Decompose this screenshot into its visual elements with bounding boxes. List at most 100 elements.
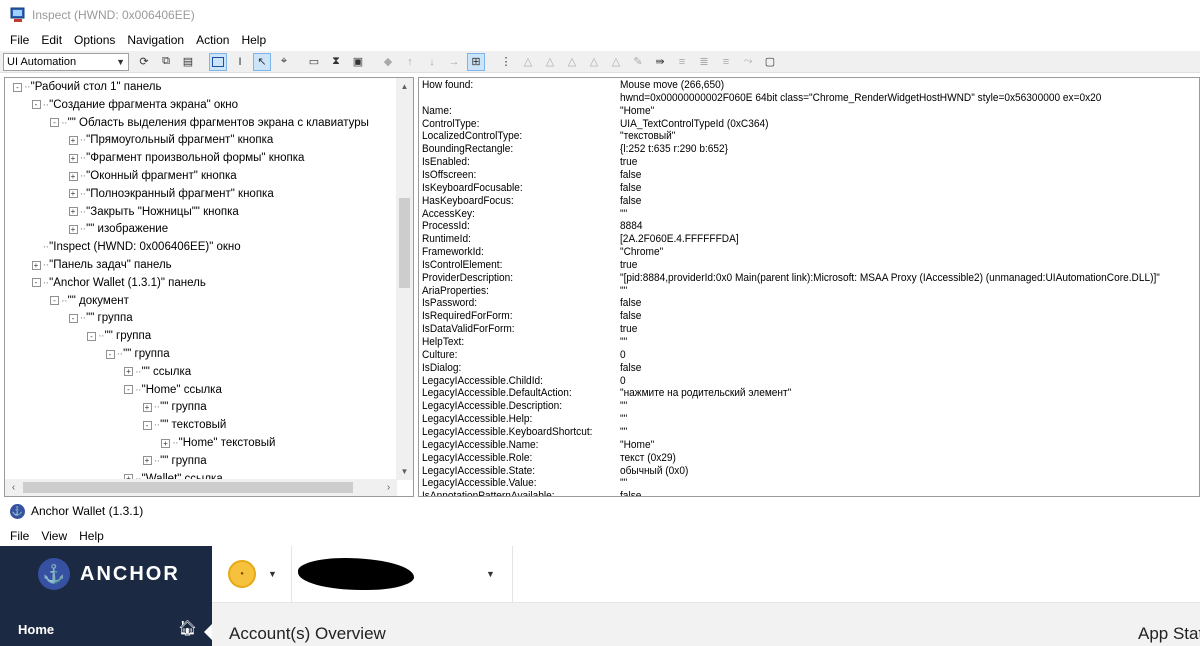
expand-icon[interactable]: + [68, 135, 78, 145]
list-icon-2[interactable]: ≣ [695, 53, 713, 71]
sidebar-item-home[interactable]: Home 🏠︎ [0, 616, 212, 646]
tree-item[interactable]: + ·· "" изображение [68, 220, 168, 238]
scroll-up-icon[interactable]: ▲ [396, 78, 413, 95]
collapse-icon[interactable]: - [31, 278, 41, 288]
tree-hscroll-thumb[interactable] [23, 482, 353, 493]
menu-edit[interactable]: Edit [35, 33, 68, 47]
collapse-icon[interactable]: - [105, 349, 115, 359]
settings-icon[interactable]: ▢ [761, 53, 779, 71]
copy-icon[interactable]: ⧉ [157, 53, 175, 71]
anchor-menu-help[interactable]: Help [73, 529, 110, 543]
expand-icon[interactable]: + [68, 171, 78, 181]
tree-item[interactable]: + ·· "" группа [142, 452, 207, 470]
tree-vertical-scrollbar[interactable]: ▲ ▼ [396, 78, 413, 480]
collapse-icon[interactable]: - [87, 331, 96, 341]
tree-connector: ·· [61, 294, 68, 307]
pattern-icon-2[interactable]: △ [541, 53, 559, 71]
collapse-icon[interactable]: - [142, 420, 152, 430]
scroll-left-icon[interactable]: ‹ [5, 479, 22, 496]
tree-vscroll-thumb[interactable] [399, 198, 410, 288]
expand-icon[interactable]: + [124, 367, 133, 377]
tree-item[interactable]: + ·· "" ссылка [124, 363, 191, 381]
tree-item[interactable]: - ·· "Home" ссылка [124, 381, 222, 399]
tree-item[interactable]: - ·· "Создание фрагмента экрана" окно [31, 96, 239, 114]
tree-item[interactable]: + ·· "Полноэкранный фрагмент" кнопка [68, 185, 274, 203]
refresh-icon[interactable]: ⟳ [135, 53, 153, 71]
scroll-down-icon[interactable]: ▼ [396, 463, 413, 480]
redirect-icon[interactable]: ⤳ [739, 53, 757, 71]
pattern-icon-5[interactable]: △ [607, 53, 625, 71]
expand-icon[interactable]: + [161, 438, 170, 448]
menu-options[interactable]: Options [68, 33, 121, 47]
tree-item[interactable]: + ·· "Закрыть "Ножницы"" кнопка [68, 203, 239, 221]
tree-horizontal-scrollbar[interactable]: ‹ › [5, 479, 397, 496]
collapse-icon[interactable]: - [124, 385, 133, 395]
pattern-icon-1[interactable]: △ [519, 53, 537, 71]
tree-item[interactable]: - ·· "Anchor Wallet (1.3.1)" панель [31, 274, 206, 292]
tree-item[interactable]: - ·· "" документ [50, 292, 129, 310]
collapse-icon[interactable]: - [68, 313, 78, 323]
expand-icon[interactable]: + [68, 153, 78, 163]
watch-focus-icon[interactable] [209, 52, 227, 71]
inspect-title-bar: Inspect (HWND: 0x006406EE) [0, 0, 1200, 30]
chain-selector[interactable]: ● ▼ [228, 560, 277, 588]
mode-select-dropdown[interactable]: UI Automation ▼ [3, 52, 129, 71]
pattern-icon-4[interactable]: △ [585, 53, 603, 71]
mouse-tracking-icon[interactable]: ↖ [253, 52, 271, 71]
tooltip-icon[interactable]: ⌖ [275, 53, 293, 71]
hourglass-icon[interactable]: ⧗ [327, 53, 345, 71]
tree-item[interactable]: + ·· "Home" текстовый [161, 434, 275, 452]
tree-item[interactable]: + ·· "Оконный фрагмент" кнопка [68, 167, 237, 185]
anchor-menu-file[interactable]: File [4, 529, 35, 543]
property-value: Mouse move (266,650) [620, 79, 725, 91]
properties-icon[interactable]: ▤ [179, 53, 197, 71]
tree-item[interactable]: - ·· "" группа [105, 345, 170, 363]
expand-icon[interactable]: + [68, 224, 78, 234]
collapse-icon[interactable]: - [50, 118, 59, 128]
show-info-icon[interactable]: ▣ [349, 53, 367, 71]
tree-item[interactable]: + ·· "Фрагмент произвольной формы" кнопка [68, 149, 304, 167]
expand-icon[interactable]: + [68, 207, 78, 217]
tree-item[interactable]: - ·· "" текстовый [142, 416, 226, 434]
tree-item[interactable]: - ·· "Рабочий стол 1" панель [13, 78, 162, 96]
options-icon[interactable]: ⋮ [497, 53, 515, 71]
property-name: IsDialog: [422, 361, 462, 374]
tree-item[interactable]: + ·· "" группа [142, 398, 207, 416]
caret-tracking-icon[interactable]: I [231, 53, 249, 71]
collapse-icon[interactable]: - [31, 100, 41, 110]
action-icon[interactable]: ⇛ [651, 53, 669, 71]
property-value: true [620, 258, 638, 271]
tree-view-icon[interactable]: ⊞ [467, 52, 485, 71]
expand-icon[interactable]: + [142, 402, 152, 412]
expand-icon[interactable]: + [31, 260, 41, 270]
account-selector[interactable]: ▼ [298, 558, 495, 590]
expand-icon[interactable]: + [68, 189, 78, 199]
nav-forward-icon[interactable]: → [445, 53, 463, 71]
nav-back-icon[interactable]: ◆ [379, 53, 397, 71]
collapse-icon[interactable]: - [13, 82, 22, 92]
tree-item[interactable]: + ·· "Прямоугольный фрагмент" кнопка [68, 131, 273, 149]
list-icon-3[interactable]: ≡ [717, 53, 735, 71]
tree-item-label: "Создание фрагмента экрана" окно [49, 98, 239, 111]
tree-item[interactable]: - ·· "" группа [68, 309, 133, 327]
scroll-right-icon[interactable]: › [380, 479, 397, 496]
properties-pane[interactable]: How found: Mouse move (266,650) hwnd=0x000… [418, 77, 1200, 497]
list-icon-1[interactable]: ≡ [673, 53, 691, 71]
anchor-menu-view[interactable]: View [35, 529, 73, 543]
tree-item[interactable]: - ·· "" Область выделения фрагментов экран… [50, 114, 369, 132]
pin-icon[interactable]: ✎ [629, 53, 647, 71]
tree-item[interactable]: ·· "Inspect (HWND: 0x006406EE)" окно [32, 238, 241, 256]
tree-item[interactable]: + ·· "Панель задач" панель [31, 256, 172, 274]
menu-file[interactable]: File [4, 33, 35, 47]
menu-help[interactable]: Help [235, 33, 272, 47]
expand-icon[interactable]: + [142, 456, 152, 466]
nav-up-icon[interactable]: ↑ [401, 53, 419, 71]
element-tree-pane[interactable]: - ·· "Рабочий стол 1" панель - ·· "Создание ф… [4, 77, 414, 497]
highlight-rect-icon[interactable]: ▭ [305, 53, 323, 71]
menu-action[interactable]: Action [190, 33, 235, 47]
collapse-icon[interactable]: - [50, 296, 59, 306]
menu-navigation[interactable]: Navigation [121, 33, 190, 47]
pattern-icon-3[interactable]: △ [563, 53, 581, 71]
nav-down-icon[interactable]: ↓ [423, 53, 441, 71]
tree-item[interactable]: - ·· "" группа [87, 327, 151, 345]
